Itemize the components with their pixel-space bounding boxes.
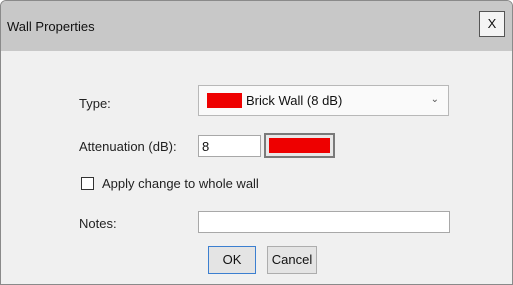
cancel-button[interactable]: Cancel	[267, 246, 317, 274]
notes-label: Notes:	[79, 216, 117, 231]
apply-whole-wall-label[interactable]: Apply change to whole wall	[102, 176, 259, 191]
wall-type-dropdown[interactable]: Brick Wall (8 dB) ⌄	[198, 85, 449, 116]
attenuation-label: Attenuation (dB):	[79, 139, 177, 154]
wall-color-swatch	[207, 93, 242, 108]
notes-input[interactable]	[198, 211, 450, 233]
apply-whole-wall-checkbox[interactable]	[81, 177, 94, 190]
ok-button[interactable]: OK	[208, 246, 256, 274]
title-bar: Wall Properties X	[1, 1, 512, 51]
close-button[interactable]: X	[479, 11, 505, 37]
wall-type-selected-value: Brick Wall (8 dB)	[246, 93, 343, 108]
color-preview-swatch	[269, 138, 330, 153]
chevron-down-icon: ⌄	[430, 94, 439, 105]
dialog-title: Wall Properties	[7, 19, 95, 34]
attenuation-input[interactable]	[198, 135, 261, 157]
wall-color-button[interactable]	[264, 133, 335, 158]
type-label: Type:	[79, 96, 111, 111]
wall-properties-dialog: Wall Properties X Type: Brick Wall (8 dB…	[0, 0, 513, 285]
